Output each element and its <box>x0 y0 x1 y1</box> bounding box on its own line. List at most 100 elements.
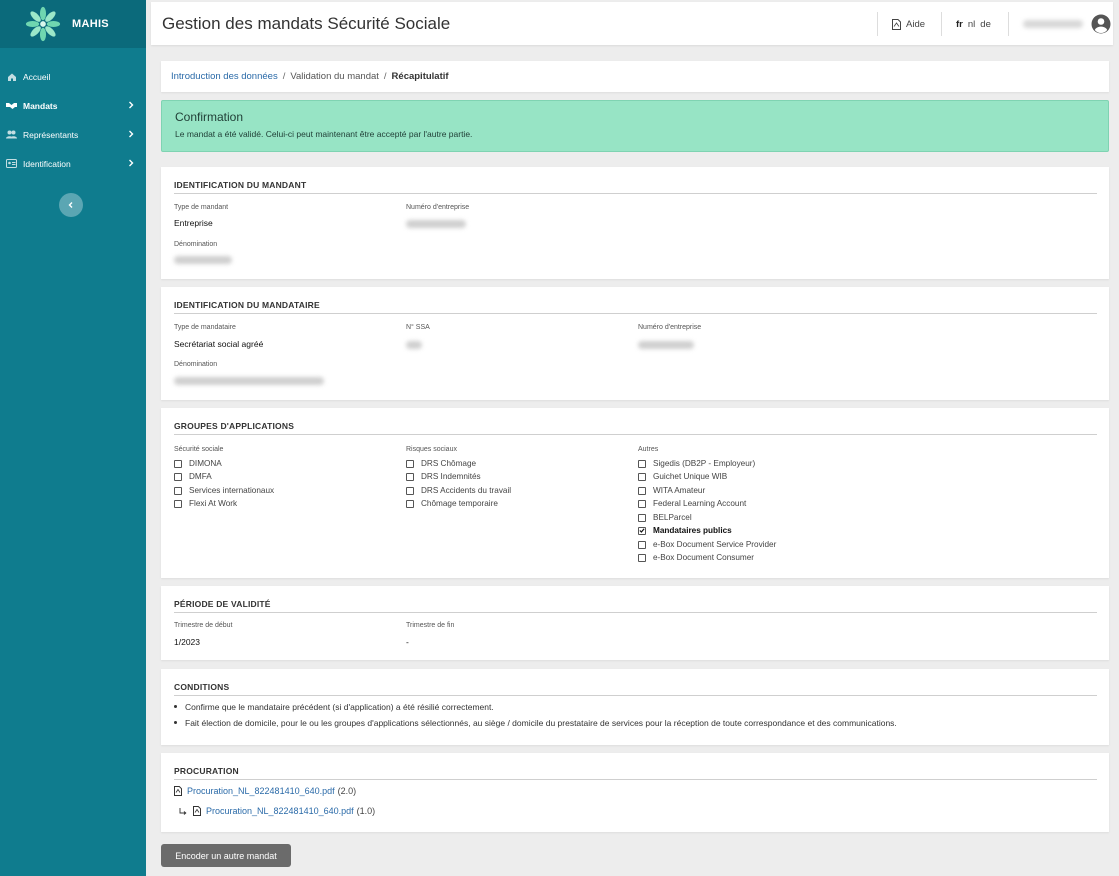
checkbox-box <box>638 540 646 549</box>
checkbox-guichet-unique-wib[interactable]: Guichet Unique WIB <box>638 472 727 481</box>
conditions-section: CONDITIONS Confirme que le mandataire pr… <box>161 669 1109 745</box>
section-title: IDENTIFICATION DU MANDANT <box>174 180 307 190</box>
checkbox-wita-amateur[interactable]: WITA Amateur <box>638 486 705 495</box>
encode-another-mandate-button[interactable]: Encoder un autre mandat <box>161 844 291 867</box>
chevron-left-icon <box>68 202 73 208</box>
users-icon <box>6 129 17 140</box>
checkbox-label: Flexi At Work <box>189 499 238 508</box>
checkmark-icon <box>639 528 645 533</box>
sidebar-item-mandats[interactable]: Mandats <box>0 91 146 120</box>
checkbox-drs-indemnites[interactable]: DRS Indemnités <box>406 472 481 481</box>
sidebar-item-identification[interactable]: Identification <box>0 149 146 178</box>
divider <box>174 313 1097 314</box>
breadcrumb-current: Récapitulatif <box>391 71 449 82</box>
lang-fr[interactable]: fr <box>956 19 963 30</box>
checkbox-dmfa[interactable]: DMFA <box>174 472 212 481</box>
chevron-right-icon <box>129 130 134 138</box>
checkbox-label: Guichet Unique WIB <box>653 472 728 481</box>
checkbox-label: DRS Accidents du travail <box>421 486 512 495</box>
checkbox-label: Federal Learning Account <box>653 499 747 508</box>
checkbox-sigedis[interactable]: Sigedis (DB2P - Employeur) <box>638 459 755 468</box>
sidebar-item-representants[interactable]: Représentants <box>0 120 146 149</box>
checkbox-federal-learning-account[interactable]: Federal Learning Account <box>638 499 746 508</box>
chevron-right-icon <box>129 101 134 109</box>
checkbox-label: DRS Indemnités <box>421 472 481 481</box>
handshake-icon <box>6 100 17 111</box>
checkbox-label: WITA Amateur <box>653 486 706 495</box>
mandataire-section: IDENTIFICATION DU MANDATAIRE Type de man… <box>161 287 1109 400</box>
help-label: Aide <box>906 18 926 30</box>
file-version: (2.0) <box>337 786 357 796</box>
mandataire-type-value: Secrétariat social agréé <box>174 339 264 349</box>
checkbox-belparcel[interactable]: BELParcel <box>638 513 692 522</box>
checkbox-box <box>406 499 414 508</box>
group-label-risques-sociaux: Risques sociaux <box>406 446 457 453</box>
confirmation-alert: Confirmation Le mandat a été validé. Cel… <box>161 100 1109 152</box>
checkbox-mandataires-publics[interactable]: Mandataires publics <box>638 526 732 535</box>
checkbox-ebox-consumer[interactable]: e-Box Document Consumer <box>638 553 754 562</box>
pdf-file-icon <box>174 786 182 796</box>
validity-section: PÉRIODE DE VALIDITÉ Trimestre de début 1… <box>161 586 1109 660</box>
sidebar-collapse-button[interactable] <box>59 193 83 217</box>
top-header: Gestion des mandats Sécurité Sociale Aid… <box>151 2 1113 45</box>
checkbox-services-internationaux[interactable]: Services internationaux <box>174 486 274 495</box>
mandataire-denomination-label: Dénomination <box>174 361 218 368</box>
language-switcher: fr nl de <box>941 12 996 36</box>
divider <box>174 779 1097 780</box>
checkbox-box <box>638 499 646 508</box>
checkbox-box <box>174 486 182 495</box>
section-title: CONDITIONS <box>174 682 230 692</box>
sidebar-item-accueil[interactable]: Accueil <box>0 62 146 91</box>
mandataire-ssa-redacted <box>406 341 422 349</box>
section-title: GROUPES D'APPLICATIONS <box>174 421 295 431</box>
condition-item: Fait élection de domicile, pour le ou le… <box>174 718 897 728</box>
start-quarter-label: Trimestre de début <box>174 622 233 629</box>
checkbox-box <box>638 513 646 522</box>
checkbox-box <box>174 459 182 468</box>
sidebar-item-label: Représentants <box>23 129 79 140</box>
checkbox-box <box>406 459 414 468</box>
checkbox-dimona[interactable]: DIMONA <box>174 459 222 468</box>
breadcrumb-separator: / <box>383 71 387 82</box>
mandant-company-number-label: Numéro d'entreprise <box>406 204 470 211</box>
lang-nl[interactable]: nl <box>968 19 975 30</box>
checkbox-box <box>406 486 414 495</box>
group-label-securite-sociale: Sécurité sociale <box>174 446 224 453</box>
checkbox-chomage-temporaire[interactable]: Chômage temporaire <box>406 499 498 508</box>
lang-de[interactable]: de <box>980 19 991 30</box>
procuration-file: Procuration_NL_822481410_640.pdf (2.0) <box>174 786 356 796</box>
user-avatar-icon <box>1091 14 1111 34</box>
brand[interactable]: MAHIS <box>0 0 146 48</box>
divider <box>174 434 1097 435</box>
user-menu[interactable] <box>1008 12 1111 36</box>
help-button[interactable]: Aide <box>877 12 925 36</box>
sidebar-item-label: Identification <box>23 158 71 169</box>
checkbox-box <box>638 459 646 468</box>
id-card-icon <box>6 158 17 169</box>
checkbox-box <box>406 472 414 481</box>
checkbox-box <box>638 472 646 481</box>
application-groups-section: GROUPES D'APPLICATIONS Sécurité sociale … <box>161 408 1109 578</box>
mandant-type-value: Entreprise <box>174 218 213 228</box>
breadcrumb-step-introduction[interactable]: Introduction des données <box>171 71 278 82</box>
mandant-type-label: Type de mandant <box>174 204 229 211</box>
alert-title: Confirmation <box>175 110 244 124</box>
checkbox-drs-chomage[interactable]: DRS Chômage <box>406 459 476 468</box>
condition-item: Confirme que le mandataire précédent (si… <box>174 702 897 712</box>
mandataire-denomination-redacted <box>174 377 324 385</box>
procuration-section: PROCURATION Procuration_NL_822481410_640… <box>161 753 1109 832</box>
mandataire-company-number-redacted <box>638 341 694 349</box>
mandataire-type-label: Type de mandataire <box>174 324 236 331</box>
sidebar: MAHIS Accueil Mandats Représentants Iden… <box>0 0 146 876</box>
page-title: Gestion des mandats Sécurité Sociale <box>162 14 451 33</box>
procuration-file-link[interactable]: Procuration_NL_822481410_640.pdf <box>206 806 354 816</box>
checkbox-flexi-at-work[interactable]: Flexi At Work <box>174 499 237 508</box>
home-icon <box>6 71 17 82</box>
start-quarter-value: 1/2023 <box>174 637 200 647</box>
checkbox-ebox-service-provider[interactable]: e-Box Document Service Provider <box>638 540 776 549</box>
procuration-file-link[interactable]: Procuration_NL_822481410_640.pdf <box>187 786 335 796</box>
conditions-list: Confirme que le mandataire précédent (si… <box>174 702 897 734</box>
checkbox-box <box>638 486 646 495</box>
alert-message: Le mandat a été validé. Celui-ci peut ma… <box>175 129 473 139</box>
checkbox-drs-accidents[interactable]: DRS Accidents du travail <box>406 486 511 495</box>
